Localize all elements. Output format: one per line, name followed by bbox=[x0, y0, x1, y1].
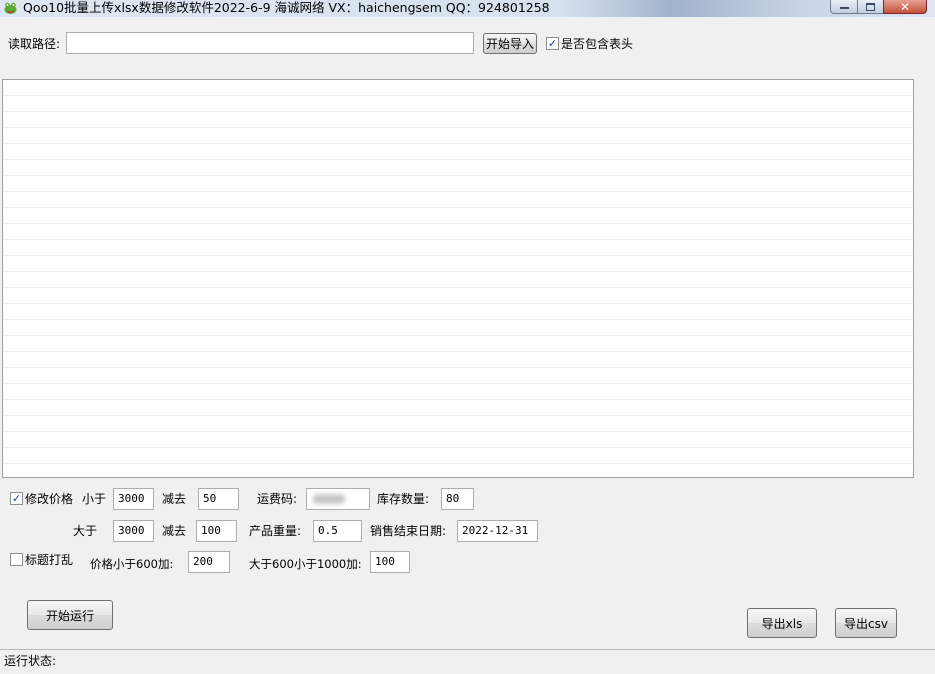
title-bar[interactable]: Qoo10批量上传xlsx数据修改软件2022-6-9 海诚网络 VX：haic… bbox=[0, 0, 935, 17]
title-shuffle-label[interactable]: 标题打乱 bbox=[25, 552, 73, 568]
add-600-1000-input[interactable]: 100 bbox=[370, 551, 410, 573]
add-600-1000-label: 大于600小于1000加: bbox=[249, 557, 362, 571]
include-header-checkbox[interactable]: ✓ bbox=[546, 37, 559, 50]
export-csv-button[interactable]: 导出csv bbox=[835, 608, 897, 638]
subtract-input-2[interactable]: 100 bbox=[196, 520, 237, 542]
path-label: 读取路径: bbox=[8, 37, 61, 51]
less-than-label: 小于 bbox=[82, 492, 107, 506]
status-label: 运行状态: bbox=[4, 654, 57, 668]
close-button[interactable]: ✕ bbox=[883, 0, 927, 14]
sale-end-date-input[interactable]: 2022-12-31 bbox=[457, 520, 538, 542]
export-xls-button[interactable]: 导出xls bbox=[747, 608, 817, 638]
weight-label: 产品重量: bbox=[249, 524, 302, 538]
path-input[interactable] bbox=[66, 32, 474, 54]
minimize-button[interactable] bbox=[830, 0, 858, 14]
close-icon: ✕ bbox=[899, 0, 911, 14]
maximize-button[interactable] bbox=[857, 0, 884, 14]
weight-input[interactable]: 0.5 bbox=[313, 520, 362, 542]
maximize-icon bbox=[866, 2, 875, 11]
app-frog-icon bbox=[4, 2, 17, 14]
subtract-label-1: 减去 bbox=[162, 492, 187, 506]
modify-price-label[interactable]: 修改价格 bbox=[25, 491, 73, 507]
window-title: Qoo10批量上传xlsx数据修改软件2022-6-9 海诚网络 VX：haic… bbox=[23, 0, 550, 15]
subtract-input-1[interactable]: 50 bbox=[198, 488, 239, 510]
checkmark-icon: ✓ bbox=[547, 37, 558, 50]
blurred-redaction bbox=[313, 494, 345, 504]
run-button[interactable]: 开始运行 bbox=[27, 600, 113, 630]
shipping-code-label: 运费码: bbox=[257, 492, 298, 506]
stock-input[interactable]: 80 bbox=[441, 488, 474, 510]
checkmark-icon: ✓ bbox=[11, 492, 22, 505]
import-button[interactable]: 开始导入 bbox=[483, 33, 537, 54]
minimize-icon bbox=[839, 6, 849, 9]
status-bar: 运行状态: bbox=[0, 649, 935, 674]
sale-end-date-label: 销售结束日期: bbox=[370, 524, 447, 538]
title-shuffle-checkbox[interactable] bbox=[10, 553, 23, 566]
less-than-input[interactable]: 3000 bbox=[113, 488, 154, 510]
add-lt600-input[interactable]: 200 bbox=[188, 551, 230, 573]
greater-than-input[interactable]: 3000 bbox=[113, 520, 154, 542]
include-header-label[interactable]: 是否包含表头 bbox=[561, 36, 633, 52]
shipping-code-input[interactable] bbox=[306, 488, 370, 510]
modify-price-checkbox[interactable]: ✓ bbox=[10, 492, 23, 505]
add-lt600-label: 价格小于600加: bbox=[90, 557, 174, 571]
greater-than-label: 大于 bbox=[73, 524, 98, 538]
subtract-label-2: 减去 bbox=[162, 524, 187, 538]
data-grid[interactable] bbox=[2, 79, 914, 478]
stock-label: 库存数量: bbox=[377, 492, 430, 506]
